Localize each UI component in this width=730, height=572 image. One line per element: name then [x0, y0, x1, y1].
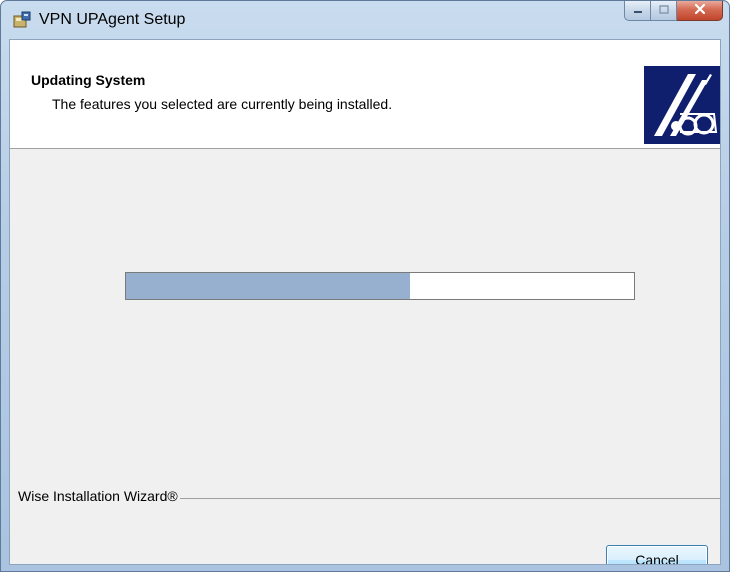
wise-wizard-logo [644, 66, 720, 144]
close-button[interactable] [677, 1, 723, 21]
wizard-header-panel: Updating System The features you selecte… [10, 40, 720, 149]
installer-window: VPN UPAgent Setup Updating System The fe… [0, 0, 730, 572]
page-title: Updating System [31, 72, 146, 88]
wizard-client-area: Updating System The features you selecte… [9, 39, 721, 565]
minimize-icon [633, 2, 643, 20]
cancel-button[interactable]: Cancel [606, 545, 708, 564]
install-progress-bar [125, 272, 635, 300]
title-bar[interactable]: VPN UPAgent Setup [1, 1, 729, 39]
close-icon [694, 2, 706, 20]
maximize-button[interactable] [651, 1, 677, 21]
window-title: VPN UPAgent Setup [39, 11, 186, 28]
caption-buttons [624, 1, 723, 23]
maximize-icon [658, 2, 669, 20]
minimize-button[interactable] [624, 1, 651, 21]
progress-fill [126, 273, 411, 299]
wizard-brand-label: Wise Installation Wizard® [18, 488, 180, 504]
page-subtitle: The features you selected are currently … [52, 96, 393, 112]
setup-installer-icon [13, 11, 31, 29]
